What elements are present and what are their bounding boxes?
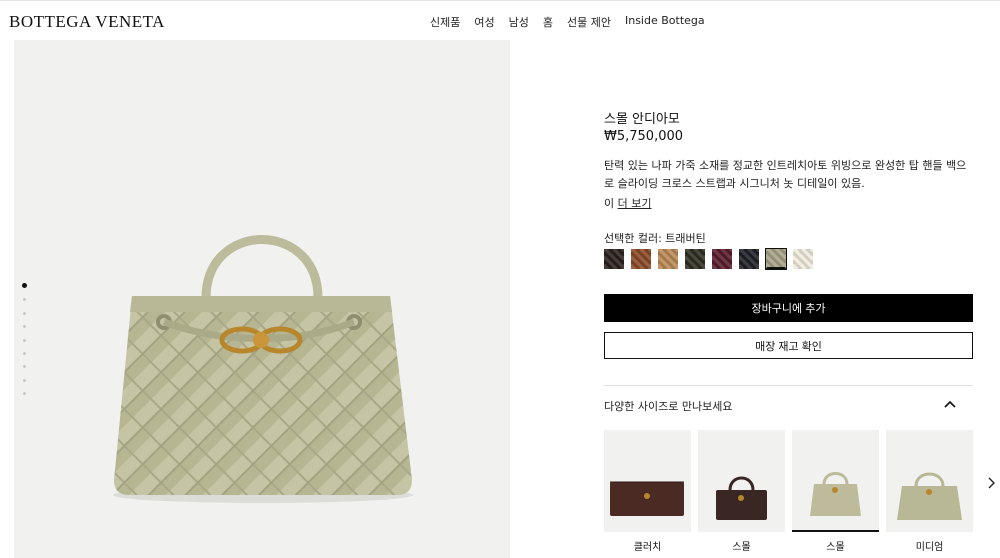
product-title: 스몰 안디아모: [604, 112, 680, 127]
brand-logo[interactable]: BOTTEGA VENETA: [9, 12, 165, 32]
nav-item-gifts[interactable]: 선물 제안: [567, 14, 611, 30]
bag-thumbnail: [716, 476, 767, 520]
size-card-label: 스몰: [732, 542, 751, 553]
color-swatch-navy-black[interactable]: [739, 249, 759, 269]
chevron-right-icon[interactable]: [986, 476, 996, 490]
size-card[interactable]: 미디엄: [886, 430, 973, 553]
gallery-dot-8[interactable]: [23, 378, 26, 382]
read-more-prefix: 이: [604, 197, 615, 210]
size-options: 클러치 스몰 스몰 미디엄: [604, 430, 980, 553]
size-card-label: 스몰: [826, 542, 845, 553]
nav-item-men[interactable]: 남성: [509, 14, 529, 30]
color-swatch-travertine[interactable]: [765, 248, 787, 270]
add-to-cart-button[interactable]: 장바구니에 추가: [604, 294, 973, 322]
nav-item-inside-bottega[interactable]: Inside Bottega: [625, 14, 705, 30]
gallery-dot-2[interactable]: [23, 298, 26, 302]
color-swatch-dark-olive[interactable]: [685, 249, 705, 269]
gallery-dot-7[interactable]: [23, 365, 26, 369]
main-nav: 신제품 여성 남성 홈 선물 제안 Inside Bottega: [430, 14, 719, 30]
size-card-image: [792, 430, 879, 532]
product-image-pane[interactable]: [14, 40, 510, 558]
color-swatch-black-brown[interactable]: [604, 249, 624, 269]
read-more: 이 더 보기: [604, 195, 651, 211]
size-card[interactable]: 스몰: [792, 430, 879, 553]
color-swatch-burgundy[interactable]: [712, 249, 732, 269]
color-swatches: [604, 248, 820, 270]
selected-color-label: 선택한 컬러: 트래버틴: [604, 232, 706, 245]
bag-thumbnail: [897, 472, 962, 520]
color-swatch-cream[interactable]: [793, 249, 813, 269]
gallery-dot-6[interactable]: [23, 351, 26, 355]
product-description: 탄력 있는 나파 가죽 소재를 정교한 인트레치아토 위빙으로 완성한 탑 핸들…: [604, 159, 967, 190]
gallery-dot-5[interactable]: [23, 338, 26, 342]
read-more-link[interactable]: 더 보기: [618, 197, 652, 210]
size-card-image: [698, 430, 785, 532]
size-card-image: [886, 430, 973, 532]
sizes-section-title: 다양한 사이즈로 만나보세요: [604, 400, 733, 413]
nav-item-new[interactable]: 신제품: [430, 14, 460, 30]
nav-item-women[interactable]: 여성: [474, 14, 494, 30]
bag-thumbnail: [610, 481, 684, 516]
gallery-pagination: [22, 283, 29, 406]
section-divider: [604, 385, 973, 386]
check-store-stock-button[interactable]: 매장 재고 확인: [604, 332, 973, 359]
chevron-up-icon[interactable]: [942, 396, 958, 412]
color-swatch-brown[interactable]: [631, 249, 651, 269]
product-price: ₩5,750,000: [604, 129, 684, 144]
color-swatch-caramel[interactable]: [658, 249, 678, 269]
site-header: BOTTEGA VENETA 신제품 여성 남성 홈 선물 제안 Inside …: [0, 0, 1000, 40]
product-image: [113, 235, 413, 503]
size-card[interactable]: 스몰: [698, 430, 785, 553]
size-card-image: [604, 430, 691, 532]
size-card-label: 클러치: [633, 542, 662, 553]
nav-item-home[interactable]: 홈: [543, 14, 553, 30]
gallery-dot-9[interactable]: [23, 392, 26, 396]
bag-thumbnail: [810, 472, 861, 516]
size-card[interactable]: 클러치: [604, 430, 691, 553]
gallery-dot-3[interactable]: [23, 311, 26, 315]
gallery-dot-4[interactable]: [23, 325, 26, 329]
gallery-dot-1[interactable]: [22, 283, 27, 288]
size-card-label: 미디엄: [915, 542, 944, 553]
